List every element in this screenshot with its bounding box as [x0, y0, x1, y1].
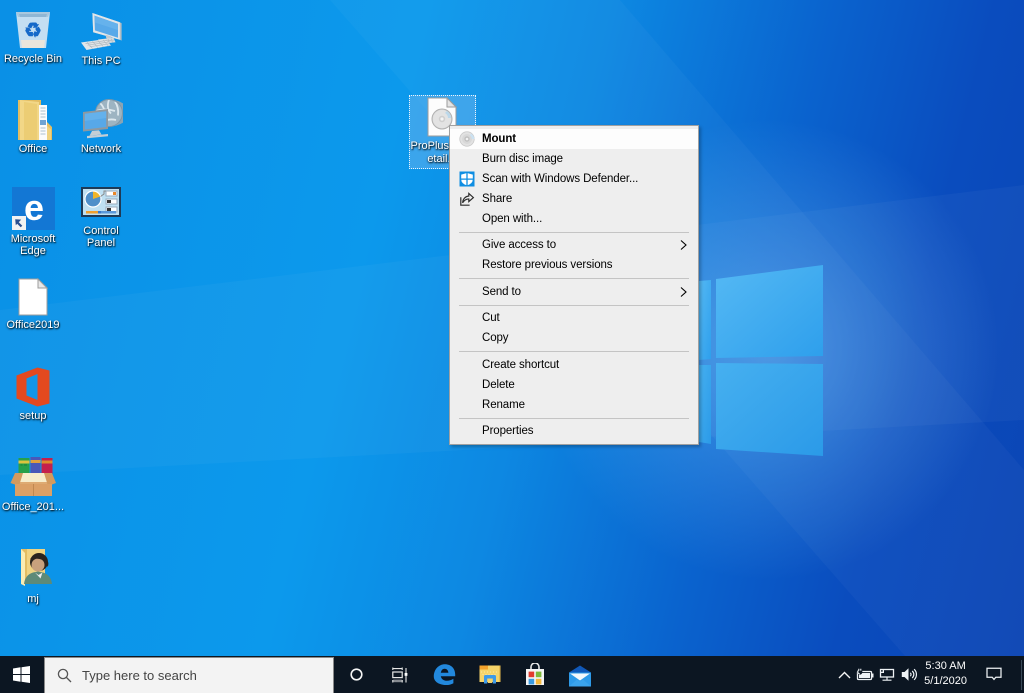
svg-text:♻: ♻: [24, 20, 42, 42]
svg-text:e: e: [24, 187, 44, 228]
